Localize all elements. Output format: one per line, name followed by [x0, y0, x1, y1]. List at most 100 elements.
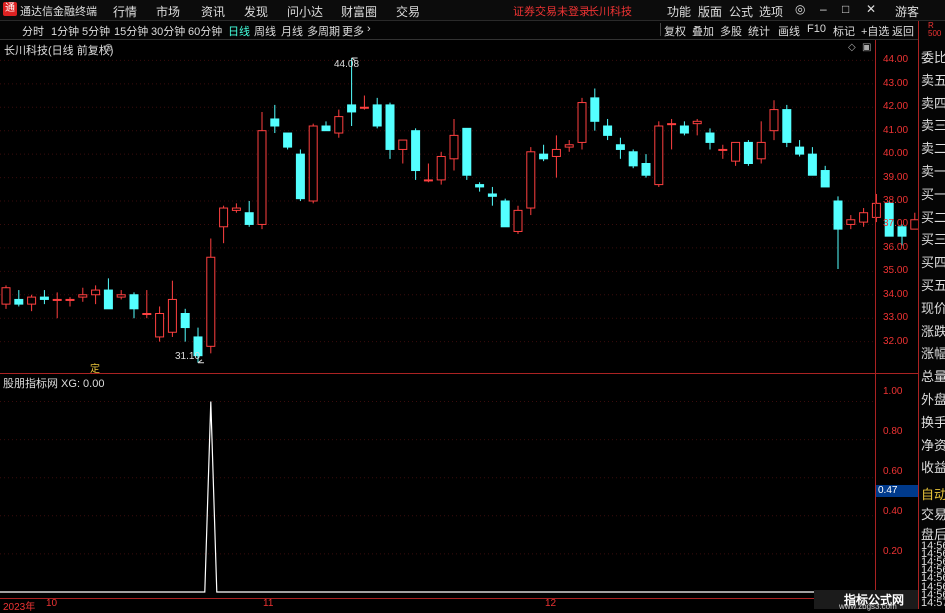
candle-up [359, 106, 369, 109]
candle-down [39, 296, 49, 300]
candle-down [833, 200, 843, 230]
quote-field-label: 卖四 [921, 95, 945, 111]
price-axis-label: 38.00 [883, 195, 909, 206]
candle-down [679, 125, 689, 134]
candle-down [321, 125, 331, 132]
indicator-title: 股朋指标网 XG: 0.00 [3, 378, 105, 390]
price-axis-label: 44.00 [883, 54, 909, 66]
candle-down [628, 151, 638, 167]
candle-up [910, 219, 918, 230]
price-axis-line [875, 40, 876, 600]
ind-current-value-badge: 0.47 [876, 485, 918, 497]
candle-down [411, 130, 421, 172]
candle-up [526, 151, 536, 209]
signal-marker: 定 [90, 364, 100, 375]
date-axis [0, 598, 918, 610]
quote-field-label: 买五 [921, 278, 945, 293]
ind-axis-label: 1.00 [883, 386, 903, 397]
date-label-month: 12 [545, 598, 557, 609]
quote-field-label: 净资 [921, 437, 945, 453]
candle-up [692, 120, 702, 125]
candle-up [1, 287, 11, 305]
candle-down [641, 163, 651, 176]
quote-field-label: 委比 [921, 50, 945, 65]
ind-axis-label: 0.60 [883, 466, 903, 477]
candle-down [820, 170, 830, 188]
candle-up [231, 207, 241, 211]
candle-down [615, 144, 625, 150]
candle-down [795, 146, 805, 155]
candle-down [743, 141, 753, 164]
ind-axis-label: 0.20 [883, 546, 903, 557]
candle-up [167, 298, 177, 333]
candle-up [436, 155, 446, 181]
date-label-month: 10 [46, 598, 58, 609]
candle-down [372, 104, 382, 127]
price-axis-label: 40.00 [883, 148, 909, 160]
candle-down [270, 118, 280, 127]
price-axis-label: 41.00 [883, 124, 909, 136]
quote-panel: R 500 委比 卖五 卖四 卖三 卖二 卖一 买一 买二 买三 买四 买五 现价 涨跌 涨幅 总量 外盘 换手净… [918, 21, 945, 609]
quote-field-label: 买二 [921, 209, 945, 225]
candle-up [65, 298, 75, 301]
quote-field-label: 换手 [921, 414, 945, 430]
candle-up [257, 130, 267, 225]
candle-down [782, 109, 792, 143]
quote-field-label: 自动 [921, 487, 945, 502]
panel-divider [0, 373, 918, 374]
candle-up [449, 134, 459, 160]
candle-up [308, 125, 318, 202]
candle-up [846, 219, 856, 225]
candle-down [539, 153, 549, 160]
quote-field-label: 外盘 [921, 392, 945, 407]
candle-up [731, 141, 741, 162]
candle-down [129, 294, 139, 310]
chart-canvas [0, 57, 918, 593]
candle-up [206, 256, 216, 347]
candle-down [295, 153, 305, 200]
candle-up [654, 125, 664, 186]
candle-down [14, 298, 24, 305]
candle-up [27, 296, 37, 305]
candle-down [103, 289, 113, 310]
quote-field-label: 交易 [921, 507, 945, 522]
candle-down [462, 127, 472, 176]
price-axis-label: 32.00 [883, 335, 909, 347]
price-axis-label: 33.00 [883, 312, 909, 324]
quote-field-label: 买三 [921, 232, 945, 248]
quote-field-label: 卖一 [921, 164, 945, 179]
low-price-label: 31.10 [175, 351, 201, 362]
candle-down [385, 104, 395, 150]
high-price-label: 44.08 [334, 59, 360, 70]
candle-up [577, 102, 587, 143]
price-axis-label: 37.00 [883, 218, 909, 230]
candle-up [219, 207, 229, 228]
candle-down [244, 212, 254, 225]
candle-down [180, 313, 190, 329]
candle-up [513, 209, 523, 232]
quote-field-label: 收益 [921, 460, 945, 476]
candle-up [78, 294, 88, 298]
quote-field-label: 卖五 [921, 72, 945, 88]
quote-field-label: 涨幅 [921, 346, 945, 362]
quote-field-label: 现价 [921, 300, 945, 316]
trade-time: 14:57 [921, 596, 945, 609]
quote-field-label: 涨跌 [921, 323, 945, 339]
price-axis-label: 36.00 [883, 241, 909, 253]
quote-field-label: 买四 [921, 255, 945, 271]
candle-up [859, 212, 869, 223]
price-axis-label: 42.00 [883, 101, 909, 113]
panel-toggle-icon[interactable]: R 500 [928, 22, 941, 38]
candle-up [398, 139, 408, 150]
candle-down [500, 200, 510, 228]
price-axis-label: 43.00 [883, 77, 909, 89]
candle-up [142, 313, 152, 315]
price-axis-label: 39.00 [883, 171, 909, 183]
candle-up [91, 289, 101, 296]
candle-down [603, 125, 613, 136]
candle-up [756, 141, 766, 160]
candle-down [705, 132, 715, 143]
candle-down [590, 97, 600, 122]
quote-field-label: 总量 [921, 369, 945, 385]
price-axis-label: 34.00 [883, 288, 909, 300]
